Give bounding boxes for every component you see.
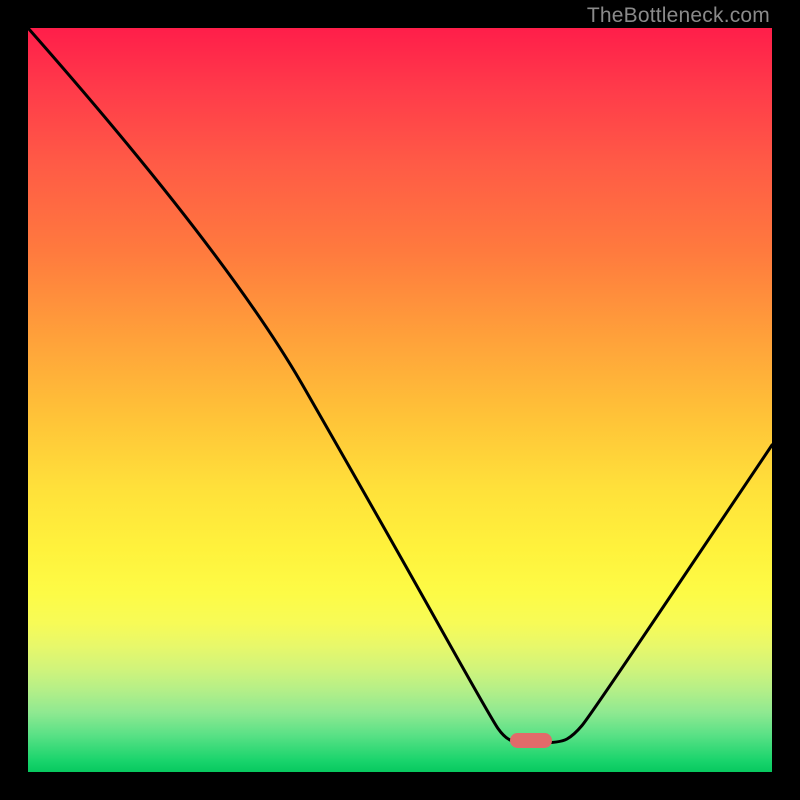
optimum-marker (510, 733, 552, 748)
watermark-text: TheBottleneck.com (587, 4, 770, 28)
chart-frame: TheBottleneck.com (0, 0, 800, 800)
plot-area (28, 28, 772, 772)
bottleneck-curve (28, 28, 772, 772)
